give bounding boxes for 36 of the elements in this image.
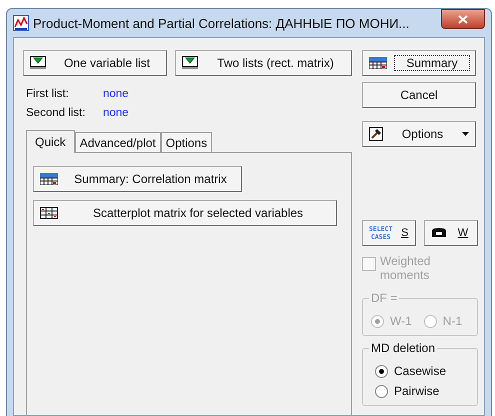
list-button[interactable]: Two lists (rect. matrix) — [175, 50, 352, 76]
radio-label: Pairwise — [394, 384, 440, 398]
radio-label: W-1 — [390, 314, 412, 328]
list-label: First list: — [26, 88, 70, 100]
close-icon — [458, 14, 468, 24]
list-button[interactable]: One variable list — [23, 50, 167, 76]
summary-button[interactable]: Summary: Correlation matrix — [33, 166, 242, 192]
weight-icon — [431, 227, 447, 239]
table-icon — [369, 57, 387, 69]
radio-label: N-1 — [442, 314, 462, 328]
tab[interactable]: Advanced/plot — [74, 132, 161, 153]
list-value: none — [103, 106, 129, 118]
cancel-button[interactable]: Cancel — [362, 82, 476, 108]
list-label: Second list: — [26, 106, 86, 118]
table-icon — [40, 173, 58, 185]
list-icon — [182, 56, 198, 70]
summary-button[interactable]: Summary — [362, 50, 476, 76]
group-title: DF = — [369, 291, 400, 305]
group-title: MD deletion — [369, 341, 438, 355]
list-icon — [30, 56, 46, 70]
chart-icon — [13, 15, 29, 31]
tab[interactable]: Options — [160, 132, 212, 153]
list-value: none — [103, 88, 129, 100]
hammer-icon — [369, 127, 383, 141]
grid-icon — [40, 207, 58, 219]
radio-label: Casewise — [394, 364, 446, 378]
scatterplot-button[interactable]: Scatterplot matrix for selected variables — [33, 200, 337, 226]
radio-button[interactable] — [375, 384, 388, 398]
options-button[interactable]: Options — [362, 121, 476, 147]
caret-icon — [462, 132, 469, 136]
radio-button[interactable] — [375, 364, 388, 378]
weighted-label: Weighted moments — [380, 254, 432, 282]
weight-button[interactable]: W — [424, 220, 478, 246]
tab[interactable]: Quick — [26, 130, 75, 153]
window-title: Product-Moment and Partial Correlations: ДАННЫЕ ПО МОНИ... — [33, 16, 410, 30]
close-button[interactable] — [441, 9, 485, 29]
